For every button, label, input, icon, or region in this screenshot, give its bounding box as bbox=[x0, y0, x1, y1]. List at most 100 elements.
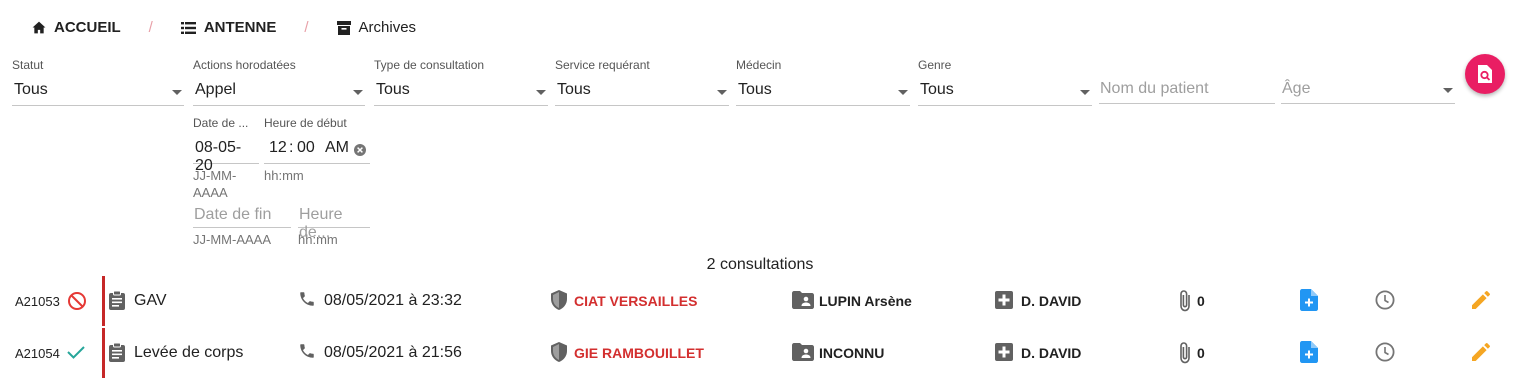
type-label: Type de consultation bbox=[374, 58, 485, 72]
statut-filter[interactable]: Statut Tous bbox=[12, 58, 184, 106]
date-debut-value: 08-05-20 bbox=[195, 139, 242, 174]
chevron-down-icon bbox=[172, 90, 182, 95]
genre-label: Genre bbox=[918, 58, 952, 72]
service-filter[interactable]: Service requérant Tous bbox=[555, 58, 729, 106]
add-document-button[interactable] bbox=[1300, 289, 1318, 316]
table-row[interactable]: A21054 Levée de corps 08/05/2021 à 21:56… bbox=[0, 328, 1523, 378]
consultation-datetime: 08/05/2021 à 23:32 bbox=[324, 292, 462, 309]
date-debut-field[interactable]: Date de ... 08-05-20 JJ-MM-AAAA bbox=[193, 116, 259, 201]
breadcrumb-separator: / bbox=[304, 19, 309, 36]
clear-icon bbox=[354, 144, 366, 156]
service-value: Tous bbox=[557, 81, 591, 98]
home-icon bbox=[32, 21, 46, 34]
breadcrumb-antenne-label: ANTENNE bbox=[203, 19, 277, 36]
medical-cross-icon bbox=[995, 343, 1013, 361]
pencil-icon bbox=[1472, 291, 1490, 309]
consultation-datetime: 08/05/2021 à 21:56 bbox=[324, 344, 462, 361]
breadcrumb-home[interactable]: ACCUEIL bbox=[32, 19, 121, 36]
service-name: GIE RAMBOUILLET bbox=[574, 345, 704, 361]
list-icon bbox=[180, 21, 196, 34]
patient-name: LUPIN Arsène bbox=[819, 293, 912, 309]
status-bar bbox=[102, 276, 105, 326]
date-fin-hint: JJ-MM-AAAA bbox=[193, 232, 271, 247]
genre-filter[interactable]: Genre Tous bbox=[918, 58, 1092, 106]
attachment-count: 0 bbox=[1197, 345, 1205, 361]
breadcrumb-home-label: ACCUEIL bbox=[54, 19, 121, 36]
clock-icon bbox=[1375, 342, 1395, 362]
chevron-down-icon bbox=[353, 90, 363, 95]
shield-icon bbox=[551, 342, 567, 362]
consultation-id: A21053 bbox=[15, 294, 60, 309]
genre-value: Tous bbox=[920, 81, 954, 98]
heure-fin-field[interactable]: Heure de... hh:mm bbox=[298, 201, 370, 248]
chevron-down-icon bbox=[1443, 88, 1453, 93]
chevron-down-icon bbox=[717, 90, 727, 95]
search-document-icon bbox=[1478, 65, 1492, 83]
heure-fin-placeholder: Heure de... bbox=[299, 206, 343, 241]
clock-icon bbox=[1375, 290, 1395, 310]
add-document-icon bbox=[1300, 289, 1318, 311]
heure-debut-field[interactable]: Heure de début 12 : 00 AM hh:mm bbox=[264, 116, 370, 184]
date-debut-label: Date de ... bbox=[193, 116, 249, 130]
status-bar bbox=[102, 328, 105, 378]
consultation-type: GAV bbox=[134, 292, 167, 309]
search-button[interactable] bbox=[1465, 54, 1505, 94]
heure-debut-label: Heure de début bbox=[264, 116, 347, 130]
statut-value: Tous bbox=[14, 81, 48, 98]
attachment-count: 0 bbox=[1197, 293, 1205, 309]
consultation-type: Levée de corps bbox=[134, 344, 244, 361]
type-filter[interactable]: Type de consultation Tous bbox=[374, 58, 548, 106]
actions-value: Appel bbox=[195, 81, 236, 98]
consultation-id: A21054 bbox=[15, 346, 60, 361]
medecin-label: Médecin bbox=[736, 58, 782, 72]
chevron-down-icon bbox=[1080, 90, 1090, 95]
statut-label: Statut bbox=[12, 58, 44, 72]
date-fin-placeholder: Date de fin bbox=[194, 206, 272, 223]
phone-icon bbox=[300, 344, 314, 358]
breadcrumb-archives-label: Archives bbox=[358, 19, 417, 36]
clear-time-button[interactable] bbox=[354, 143, 366, 161]
table-row[interactable]: A21053 GAV 08/05/2021 à 23:32 CIAT VERSA… bbox=[0, 276, 1523, 326]
type-value: Tous bbox=[376, 81, 410, 98]
add-document-icon bbox=[1300, 341, 1318, 363]
attachment-icon bbox=[1180, 290, 1190, 312]
phone-icon bbox=[300, 292, 314, 306]
medical-cross-icon bbox=[995, 291, 1013, 309]
breadcrumb-antenne[interactable]: ANTENNE bbox=[180, 19, 277, 36]
edit-button[interactable] bbox=[1472, 291, 1490, 314]
medecin-value: Tous bbox=[738, 81, 772, 98]
clipboard-icon bbox=[109, 342, 125, 362]
block-icon bbox=[68, 292, 86, 310]
date-fin-field[interactable]: Date de fin JJ-MM-AAAA bbox=[193, 201, 291, 248]
service-label: Service requérant bbox=[555, 58, 650, 72]
actions-label: Actions horodatées bbox=[193, 58, 296, 72]
history-button[interactable] bbox=[1375, 342, 1395, 367]
breadcrumb: ACCUEIL / ANTENNE / Archives bbox=[32, 19, 416, 36]
actions-filter[interactable]: Actions horodatées Appel bbox=[193, 58, 365, 106]
breadcrumb-archives: Archives bbox=[336, 19, 417, 36]
patient-name-input[interactable]: Nom du patient bbox=[1099, 75, 1275, 104]
chevron-down-icon bbox=[898, 90, 908, 95]
doctor-name: D. DAVID bbox=[1021, 345, 1082, 361]
heure-debut-colon: : bbox=[289, 139, 294, 156]
history-button[interactable] bbox=[1375, 290, 1395, 315]
shield-icon bbox=[551, 290, 567, 310]
edit-button[interactable] bbox=[1472, 343, 1490, 366]
doctor-name: D. DAVID bbox=[1021, 293, 1082, 309]
age-placeholder: Âge bbox=[1282, 80, 1311, 97]
attachment-icon bbox=[1180, 342, 1190, 364]
patient-name-placeholder: Nom du patient bbox=[1100, 80, 1209, 97]
medecin-filter[interactable]: Médecin Tous bbox=[736, 58, 910, 106]
add-document-button[interactable] bbox=[1300, 341, 1318, 368]
heure-debut-mm: 00 bbox=[297, 139, 315, 156]
chevron-down-icon bbox=[536, 90, 546, 95]
patient-name: INCONNU bbox=[819, 345, 885, 361]
check-icon bbox=[67, 346, 85, 359]
clipboard-icon bbox=[109, 290, 125, 310]
patient-folder-icon bbox=[792, 291, 814, 309]
age-select[interactable]: Âge bbox=[1281, 75, 1455, 104]
heure-debut-hh: 12 bbox=[269, 139, 287, 156]
service-name: CIAT VERSAILLES bbox=[574, 293, 698, 309]
breadcrumb-separator: / bbox=[148, 19, 153, 36]
heure-debut-hint: hh:mm bbox=[264, 168, 304, 183]
